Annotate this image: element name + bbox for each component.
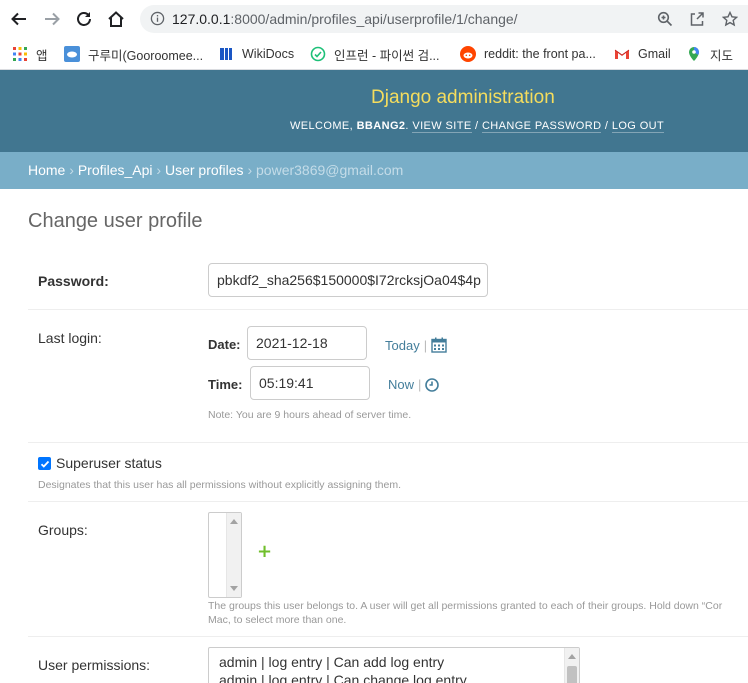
shortcut-separator: | [418,377,422,392]
welcome-text: WELCOME, [290,120,354,132]
browser-toolbar: 127.0.0.1:8000/admin/profiles_api/userpr… [0,0,748,38]
time-label: Time: [208,377,243,392]
username: BBANG2 [356,120,406,132]
bookmark-label: 지도 [710,48,734,63]
arrow-left-icon [11,12,26,26]
bookmark-gmail[interactable]: Gmail [614,43,671,65]
scroll-up-icon[interactable] [568,654,576,659]
bookmark-label: WikiDocs [242,47,295,61]
groups-select[interactable] [208,512,242,598]
bookmark-maps[interactable]: 지도 [686,43,733,65]
groups-help-line1: The groups this user belongs to. A user … [208,600,723,612]
gmail-icon [614,49,630,59]
clock-icon[interactable] [425,377,440,392]
arrow-right-icon [45,12,60,26]
password-field[interactable]: pbkdf2_sha256$150000$I72rcksjOa04$4p [208,263,488,297]
add-group-button[interactable]: + [257,543,272,561]
bookmark-gooroomee[interactable]: 구루미(Gooroomee... [64,43,203,65]
last-login-label: Last login: [38,330,102,346]
time-field[interactable]: 05:19:41 [250,366,370,400]
breadcrumb-separator: › [69,162,74,178]
change-password-link[interactable]: CHANGE PASSWORD [481,120,602,133]
breadcrumb-app[interactable]: Profiles_Api [78,162,153,178]
bookmark-label: 앱 [36,48,48,63]
breadcrumb: Home › Profiles_Api › User profiles › po… [0,152,748,189]
home-icon [108,11,124,27]
apps-grid-icon [13,47,27,61]
map-pin-icon [689,47,699,61]
date-shortcuts: Today | [385,337,447,353]
permission-option[interactable]: admin | log entry | Can add log entry [219,654,444,670]
password-row: Password: pbkdf2_sha256$150000$I72rcksjO… [28,252,748,310]
inflearn-icon [310,46,326,62]
url-text: 127.0.0.1:8000/admin/profiles_api/userpr… [172,11,518,27]
calendar-icon[interactable] [431,337,447,353]
bookmark-apps[interactable]: 앱 [12,43,48,65]
permission-option[interactable]: admin | log entry | Can change log entry [219,672,467,683]
share-icon[interactable] [689,11,705,27]
page-title: Change user profile [28,210,203,232]
log-out-link[interactable]: LOG OUT [611,120,665,133]
bookmark-reddit[interactable]: reddit: the front pa... [460,43,596,65]
today-link[interactable]: Today [385,338,420,353]
timezone-note: Note: You are 9 hours ahead of server ti… [208,409,412,421]
date-label: Date: [208,337,241,352]
reload-button[interactable] [74,9,94,29]
breadcrumb-home[interactable]: Home [28,162,65,178]
breadcrumb-current: power3869@gmail.com [256,162,404,178]
site-brand[interactable]: Django administration [371,87,555,109]
superuser-label[interactable]: Superuser status [56,455,162,471]
date-field[interactable]: 2021-12-18 [247,326,367,360]
zoom-icon[interactable] [657,11,673,27]
time-shortcuts: Now | [388,377,440,392]
info-icon [150,11,165,26]
groups-row: Groups: + The groups this user belongs t… [28,502,748,637]
bookmark-inflearn[interactable]: 인프런 - 파이썬 검... [310,43,440,65]
user-permissions-select[interactable]: admin | log entry | Can add log entry ad… [208,647,580,683]
address-bar[interactable]: 127.0.0.1:8000/admin/profiles_api/userpr… [140,5,748,33]
superuser-help: Designates that this user has all permis… [38,479,402,491]
bookmark-label: reddit: the front pa... [484,47,596,61]
bookmark-label: 인프런 - 파이썬 검... [334,48,440,63]
user-tools: WELCOME, BBANG2. VIEW SITE / CHANGE PASS… [290,120,665,133]
checkmark-icon [40,460,49,468]
user-permissions-label: User permissions: [38,657,151,673]
superuser-row: Superuser status Designates that this us… [28,443,748,502]
superuser-checkbox[interactable] [38,457,51,470]
scroll-down-icon[interactable] [230,586,238,591]
bookmark-label: Gmail [638,47,671,61]
shortcut-separator: | [423,337,428,353]
site-header: Django administration WELCOME, BBANG2. V… [0,70,748,152]
scroll-up-icon[interactable] [230,519,238,524]
view-site-link[interactable]: VIEW SITE [412,120,472,133]
url-host: 127.0.0.1 [172,11,231,27]
star-icon[interactable] [722,11,738,27]
home-button[interactable] [106,9,126,29]
bookmark-wikidocs[interactable]: WikiDocs [218,43,294,65]
forward-button[interactable] [42,9,62,29]
back-button[interactable] [9,9,29,29]
groups-scrollbar[interactable] [226,513,241,597]
reddit-icon [460,46,476,62]
scroll-thumb[interactable] [567,666,577,683]
breadcrumb-model[interactable]: User profiles [165,162,244,178]
breadcrumb-separator: › [247,162,253,178]
reload-icon [77,12,91,26]
groups-help-line2: Mac, to select more than one. [208,614,347,626]
breadcrumb-separator: › [156,162,162,178]
groups-label: Groups: [38,522,88,538]
wikidocs-icon [220,48,232,60]
user-permissions-row: User permissions: admin | log entry | Ca… [28,637,748,683]
bookmark-label: 구루미(Gooroomee... [88,48,204,63]
last-login-row: Last login: Date: 2021-12-18 Today | Tim… [28,310,748,443]
bookmarks-bar: 앱 구루미(Gooroomee... WikiDocs 인프런 - 파이썬 검.… [0,38,748,70]
gooroomee-icon [64,46,80,62]
now-link[interactable]: Now [388,377,414,392]
permissions-scrollbar[interactable] [564,648,579,683]
password-label: Password: [38,273,109,289]
url-path: :8000/admin/profiles_api/userprofile/1/c… [230,11,518,27]
